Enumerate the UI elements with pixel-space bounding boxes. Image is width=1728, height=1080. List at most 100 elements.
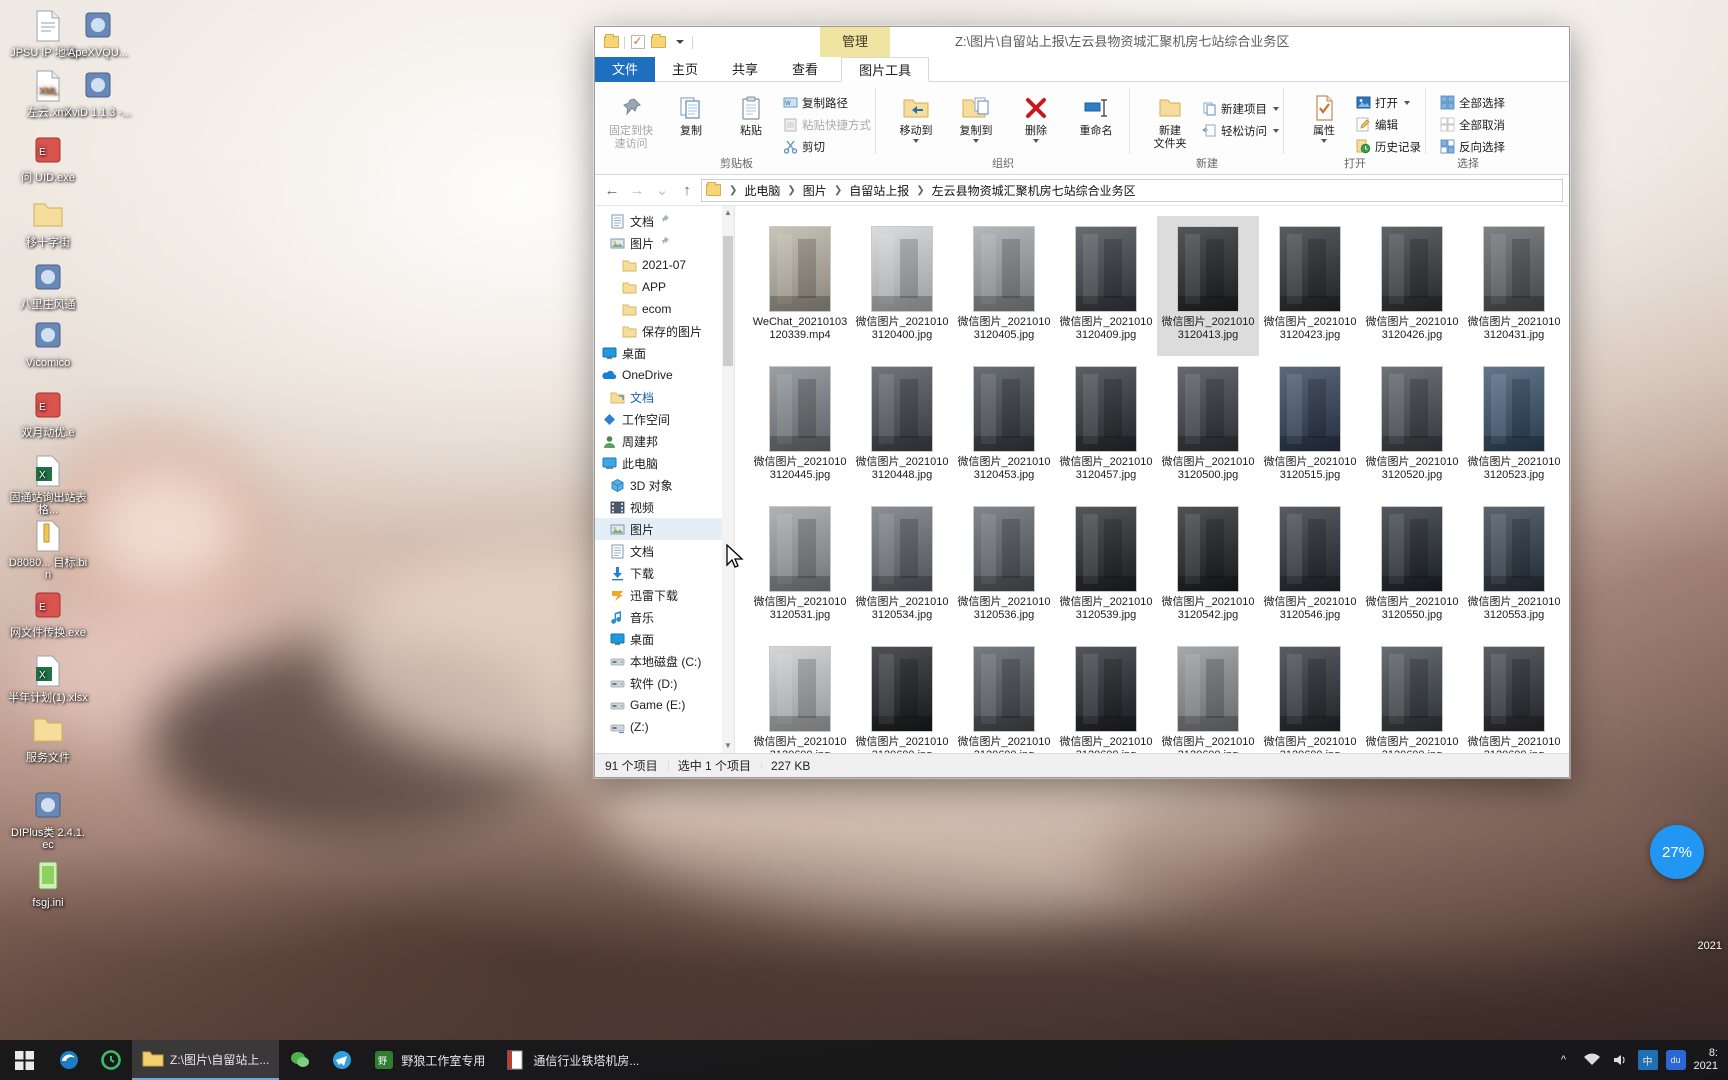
nav-item-11[interactable]: 此电脑 xyxy=(595,452,734,474)
taskbar-item[interactable]: 野 野狼工作室专用 xyxy=(363,1040,495,1080)
file-tile[interactable]: 微信图片_20210103120431.jpg xyxy=(1463,216,1565,356)
quick-access-toolbar[interactable] xyxy=(603,34,693,51)
forward-button[interactable]: → xyxy=(626,179,648,201)
nav-item-16[interactable]: 下载 xyxy=(595,562,734,584)
tab-view[interactable]: 查看 xyxy=(775,57,835,82)
desktop-icon[interactable]: 八里庄风通 xyxy=(8,262,88,311)
up-button[interactable]: ↑ xyxy=(676,179,698,201)
desktop-icon[interactable]: E 双月动优.e xyxy=(8,390,88,439)
file-tile[interactable]: 微信图片_20210103120550.jpg xyxy=(1361,496,1463,636)
pin-icon[interactable] xyxy=(659,236,670,250)
nav-item-19[interactable]: 桌面 xyxy=(595,628,734,650)
nav-item-3[interactable]: APP xyxy=(595,276,734,298)
volume-icon[interactable] xyxy=(1610,1050,1630,1070)
copy-path-button[interactable]: W 复制路径 xyxy=(782,93,871,112)
tab-share[interactable]: 共享 xyxy=(715,57,775,82)
edit-button[interactable]: 编辑 xyxy=(1355,115,1421,134)
file-tile[interactable]: 微信图片_20210103120600.jpg xyxy=(749,636,851,753)
properties-check-icon[interactable] xyxy=(629,34,646,51)
taskbar-item[interactable] xyxy=(279,1040,321,1080)
file-explorer-window[interactable]: 管理 Z:\图片\自留站上报\左云县物资城汇聚机房七站综合业务区 文件 主页 共… xyxy=(594,26,1570,778)
nav-item-12[interactable]: 3D 对象 xyxy=(595,474,734,496)
navigation-pane[interactable]: 文档 图片 2021-07 APP ecom 保存的图片 桌面 OneDrive 文档 工作空间周… xyxy=(595,206,735,753)
tab-file[interactable]: 文件 xyxy=(595,57,656,82)
chevron-down-icon[interactable] xyxy=(1321,139,1327,143)
chevron-down-icon[interactable] xyxy=(1404,100,1410,105)
file-tile[interactable]: 微信图片_20210103120453.jpg xyxy=(953,356,1055,496)
file-tile[interactable]: 微信图片_20210103120600.jpg xyxy=(1259,636,1361,753)
desktop-icon[interactable]: Vicomico xyxy=(8,320,88,369)
tab-home[interactable]: 主页 xyxy=(655,57,715,82)
copy-to-button[interactable]: 复制到 xyxy=(947,87,1005,143)
ime-icon[interactable]: 中 xyxy=(1637,1050,1658,1070)
nav-item-10[interactable]: 周建邦 xyxy=(595,430,734,452)
delete-button[interactable]: 删除 xyxy=(1007,87,1065,143)
file-tile[interactable]: 微信图片_20210103120600.jpg xyxy=(1157,636,1259,753)
desktop-icon[interactable]: E 网文件传换.exe xyxy=(8,590,88,639)
nav-item-17[interactable]: 迅雷下载 xyxy=(595,584,734,606)
move-to-button[interactable]: 移动到 xyxy=(887,87,945,143)
nav-item-6[interactable]: 桌面 xyxy=(595,342,734,364)
nav-item-14[interactable]: 图片 xyxy=(595,518,734,540)
nav-item-8[interactable]: 文档 xyxy=(595,386,734,408)
navigation-list[interactable]: 文档 图片 2021-07 APP ecom 保存的图片 桌面 OneDrive 文档 工作空间周… xyxy=(595,210,734,738)
desktop-icon[interactable]: XviD 1.1.3 -... xyxy=(58,70,138,119)
file-tile[interactable]: 微信图片_20210103120523.jpg xyxy=(1463,356,1565,496)
file-tile[interactable]: WeChat_20210103120339.mp4 xyxy=(749,216,851,356)
chevron-down-icon[interactable] xyxy=(913,139,919,143)
desktop-icon[interactable]: D8080... 目标.bin xyxy=(8,520,88,581)
file-tile[interactable]: 微信图片_20210103120448.jpg xyxy=(851,356,953,496)
nav-item-4[interactable]: ecom xyxy=(595,298,734,320)
taskbar-item[interactable] xyxy=(48,1040,90,1080)
file-tile[interactable]: 微信图片_20210103120600.jpg xyxy=(1361,636,1463,753)
du-icon[interactable]: du xyxy=(1665,1050,1686,1070)
pin-to-quick-access-button[interactable]: 固定到快 速访问 xyxy=(602,87,660,151)
select-none-button[interactable]: 全部取消 xyxy=(1439,115,1505,134)
ribbon-tab-strip[interactable]: 文件 主页 共享 查看 图片工具 xyxy=(595,57,1569,82)
desktop-icon[interactable]: X 固通站询出站表格... xyxy=(8,455,88,516)
invert-selection-button[interactable]: 反向选择 xyxy=(1439,137,1505,156)
nav-item-7[interactable]: OneDrive xyxy=(595,364,734,386)
desktop-icon[interactable]: 移十字街 xyxy=(8,200,88,249)
taskbar[interactable]: Z:\图片\自留站上... 野 野狼工作室专用 通信行业铁塔机房... ^ 中 du … xyxy=(0,1040,1728,1080)
file-tile[interactable]: 微信图片_20210103120445.jpg xyxy=(749,356,851,496)
nav-item-13[interactable]: 视频 xyxy=(595,496,734,518)
new-item-button[interactable]: 新建项目 xyxy=(1201,99,1279,118)
taskbar-item[interactable] xyxy=(90,1040,132,1080)
nav-item-2[interactable]: 2021-07 xyxy=(595,254,734,276)
nav-item-20[interactable]: 本地磁盘 (C:) xyxy=(595,650,734,672)
file-tile[interactable]: 微信图片_20210103120546.jpg xyxy=(1259,496,1361,636)
breadcrumb-item-0[interactable]: 此电脑 xyxy=(741,182,783,199)
file-tile[interactable]: 微信图片_20210103120500.jpg xyxy=(1157,356,1259,496)
new-folder-icon[interactable] xyxy=(650,34,667,51)
desktop-icon[interactable]: ApeXVQU... xyxy=(58,10,138,59)
new-folder-button[interactable]: 新建 文件夹 xyxy=(1141,87,1199,151)
chevron-down-icon[interactable] xyxy=(973,139,979,143)
show-hidden-icons-icon[interactable]: ^ xyxy=(1554,1050,1574,1070)
chevron-down-icon[interactable] xyxy=(1273,106,1279,111)
tab-picture-tools[interactable]: 图片工具 xyxy=(841,57,930,82)
pin-icon[interactable] xyxy=(659,214,670,228)
start-button[interactable] xyxy=(0,1040,48,1080)
file-tile[interactable]: 微信图片_20210103120400.jpg xyxy=(851,216,953,356)
nav-item-9[interactable]: 工作空间 xyxy=(595,408,734,430)
nav-item-21[interactable]: 软件 (D:) xyxy=(595,672,734,694)
chevron-down-icon[interactable] xyxy=(1273,128,1279,133)
file-tile[interactable]: 微信图片_20210103120600.jpg xyxy=(1463,636,1565,753)
file-tile[interactable]: 微信图片_20210103120520.jpg xyxy=(1361,356,1463,496)
desktop-icon[interactable]: DIPlus类 2.4.1.ec xyxy=(8,790,88,851)
recent-locations-button[interactable]: ⌄ xyxy=(651,179,673,201)
breadcrumb-item-3[interactable]: 左云县物资城汇聚机房七站综合业务区 xyxy=(929,182,1139,199)
file-tile[interactable]: 微信图片_20210103120534.jpg xyxy=(851,496,953,636)
taskbar-item[interactable] xyxy=(321,1040,363,1080)
file-tile[interactable]: 微信图片_20210103120536.jpg xyxy=(953,496,1055,636)
taskbar-item[interactable]: Z:\图片\自留站上... xyxy=(132,1040,280,1080)
scrollbar-thumb[interactable] xyxy=(723,236,733,366)
copy-button[interactable]: 复制 xyxy=(662,87,720,138)
paste-shortcut-button[interactable]: 粘贴快捷方式 xyxy=(782,115,871,134)
nav-item-22[interactable]: Game (E:) xyxy=(595,694,734,716)
file-tile[interactable]: 微信图片_20210103120515.jpg xyxy=(1259,356,1361,496)
file-tile[interactable]: 微信图片_20210103120531.jpg xyxy=(749,496,851,636)
taskbar-clock[interactable]: 8: 2021 xyxy=(1694,1047,1718,1073)
easy-access-button[interactable]: 轻松访问 xyxy=(1201,121,1279,140)
